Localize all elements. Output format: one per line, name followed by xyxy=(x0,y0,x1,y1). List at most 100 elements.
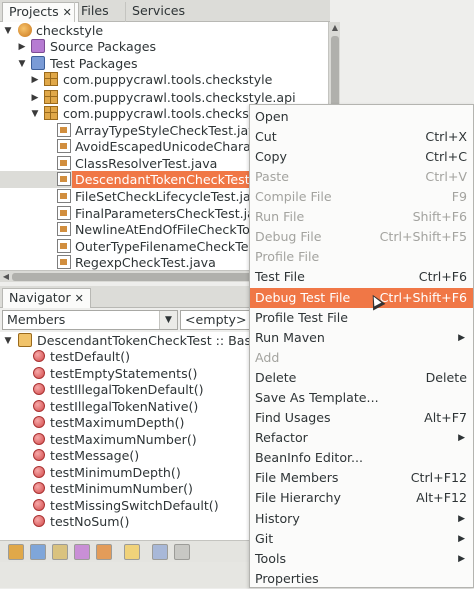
shortcut: Ctrl+Shift+F5 xyxy=(379,229,467,244)
method-label: testMaximumNumber() xyxy=(50,432,197,447)
close-icon[interactable]: ✕ xyxy=(63,6,72,19)
method-label: testDefault() xyxy=(50,349,131,364)
java-file-icon xyxy=(57,189,71,203)
collapse-arrow-icon[interactable]: ▶ xyxy=(17,42,27,52)
filter-combo[interactable]: <empty> xyxy=(180,310,250,330)
shortcut: Ctrl+C xyxy=(425,149,467,164)
package-icon xyxy=(44,90,58,104)
menu-item-file-hierarchy[interactable]: File Hierarchy Alt+F12 xyxy=(250,488,473,508)
tree-node-package[interactable]: ▶ com.puppycrawl.tools.checkstyle xyxy=(0,71,329,88)
tree-node-label: FinalParametersCheckTest.ja xyxy=(75,206,255,221)
menu-item-run-file: Run File Shift+F6 xyxy=(250,207,473,227)
tree-node-label: com.puppycrawl.tools.checkstyle xyxy=(63,72,273,87)
scroll-left-arrow-icon[interactable]: ◀ xyxy=(1,272,11,282)
menu-item-beaninfo-editor[interactable]: BeanInfo Editor... xyxy=(250,448,473,468)
method-icon xyxy=(33,350,45,362)
java-file-icon xyxy=(57,172,71,186)
tree-node-label: AvoidEscapedUnicodeCharac xyxy=(75,139,258,154)
menu-item-debug-test-file[interactable]: Debug Test File Ctrl+Shift+F6 xyxy=(250,288,473,309)
method-label: testMinimumDepth() xyxy=(50,465,181,480)
tree-node-label: OuterTypeFilenameCheckTe xyxy=(75,239,249,254)
collapse-arrow-icon[interactable]: ▶ xyxy=(30,75,40,85)
tree-node-label: DescendantTokenCheckTest xyxy=(75,172,250,187)
tab-projects-label: Projects xyxy=(9,4,59,19)
menu-item-find-usages[interactable]: Find Usages Alt+F7 xyxy=(250,408,473,428)
chevron-down-icon[interactable]: ▼ xyxy=(159,311,177,329)
expand-arrow-icon[interactable]: ▼ xyxy=(30,109,40,119)
show-javadoc-icon[interactable] xyxy=(124,544,140,560)
show-static-icon[interactable] xyxy=(30,544,46,560)
shortcut: Ctrl+Shift+F6 xyxy=(379,290,467,305)
menu-item-open[interactable]: Open xyxy=(250,107,473,127)
tree-node-label: NewlineAtEndOfFileCheckTo xyxy=(75,222,250,237)
scrollbar-thumb[interactable] xyxy=(12,273,262,281)
tab-files[interactable]: Files xyxy=(74,2,115,22)
method-icon xyxy=(33,383,45,395)
shortcut: Alt+F7 xyxy=(424,410,467,425)
tree-node-label: ClassResolverTest.java xyxy=(75,156,218,171)
tree-node-file-selected[interactable]: DescendantTokenCheckTest xyxy=(72,171,250,188)
menu-item-run-maven[interactable]: Run Maven ▶ xyxy=(250,328,473,348)
menu-item-profile-test-file[interactable]: Profile Test File xyxy=(250,308,473,328)
shortcut: Ctrl+X xyxy=(425,129,467,144)
tree-node-label: ArrayTypeStyleCheckTest.java xyxy=(75,123,264,138)
tree-node-label: com.puppycrawl.tools.checkstyle xyxy=(63,106,273,121)
show-non-public-icon[interactable] xyxy=(52,544,68,560)
sort-by-source-icon[interactable] xyxy=(174,544,190,560)
tree-node-project[interactable]: ▼ checkstyle xyxy=(0,22,329,39)
tree-node-test-packages[interactable]: ▼ Test Packages xyxy=(0,55,329,72)
tab-projects[interactable]: Projects ✕ xyxy=(2,2,79,22)
method-icon xyxy=(33,499,45,511)
method-label: testMissingSwitchDefault() xyxy=(50,498,219,513)
tree-node-source-packages[interactable]: ▶ Source Packages xyxy=(0,38,329,55)
submenu-arrow-icon: ▶ xyxy=(458,433,465,443)
expand-arrow-icon[interactable]: ▼ xyxy=(17,59,27,69)
tree-node-label: Test Packages xyxy=(50,56,138,71)
tab-services[interactable]: Services xyxy=(125,2,191,22)
shortcut: Ctrl+V xyxy=(425,169,467,184)
sort-by-name-icon[interactable] xyxy=(152,544,168,560)
menu-item-save-as-template[interactable]: Save As Template... xyxy=(250,388,473,408)
menu-item-git[interactable]: Git ▶ xyxy=(250,529,473,549)
show-inner-classes-icon[interactable] xyxy=(74,544,90,560)
tab-navigator-label: Navigator xyxy=(9,290,71,305)
method-icon xyxy=(33,400,45,412)
method-icon xyxy=(33,449,45,461)
tab-files-label: Files xyxy=(81,3,109,18)
menu-item-cut[interactable]: Cut Ctrl+X xyxy=(250,127,473,147)
shortcut: Delete xyxy=(425,370,467,385)
submenu-arrow-icon: ▶ xyxy=(458,514,465,524)
menu-item-properties[interactable]: Properties xyxy=(250,569,473,589)
method-label: testMinimumNumber() xyxy=(50,481,193,496)
submenu-arrow-icon: ▶ xyxy=(458,554,465,564)
scroll-up-arrow-icon[interactable]: ▲ xyxy=(330,23,340,33)
close-icon[interactable]: ✕ xyxy=(75,292,84,305)
expand-arrow-icon[interactable]: ▼ xyxy=(3,336,13,346)
menu-item-refactor[interactable]: Refactor ▶ xyxy=(250,428,473,448)
members-combo[interactable]: Members ▼ xyxy=(2,310,178,330)
java-file-icon xyxy=(57,139,71,153)
collapse-arrow-icon[interactable]: ▶ xyxy=(30,93,40,103)
show-inherited-icon[interactable] xyxy=(96,544,112,560)
show-fields-icon[interactable] xyxy=(8,544,24,560)
method-label: testIllegalTokenDefault() xyxy=(50,382,204,397)
menu-item-delete[interactable]: Delete Delete xyxy=(250,368,473,388)
menu-item-test-file[interactable]: Test File Ctrl+F6 xyxy=(250,267,473,287)
members-combo-value: Members xyxy=(7,312,66,327)
method-icon xyxy=(33,515,45,527)
shortcut: Alt+F12 xyxy=(416,490,467,505)
menu-item-history[interactable]: History ▶ xyxy=(250,509,473,529)
context-menu: Open Cut Ctrl+X Copy Ctrl+C Paste Ctrl+V Co… xyxy=(249,104,474,588)
java-file-icon xyxy=(57,239,71,253)
method-icon xyxy=(33,482,45,494)
menu-item-tools[interactable]: Tools ▶ xyxy=(250,549,473,569)
menu-item-compile-file: Compile File F9 xyxy=(250,187,473,207)
menu-item-file-members[interactable]: File Members Ctrl+F12 xyxy=(250,468,473,488)
tab-navigator[interactable]: Navigator ✕ xyxy=(2,288,91,308)
expand-arrow-icon[interactable]: ▼ xyxy=(3,26,13,36)
menu-item-copy[interactable]: Copy Ctrl+C xyxy=(250,147,473,167)
java-file-icon xyxy=(57,206,71,220)
package-icon xyxy=(44,72,58,86)
java-file-icon xyxy=(57,255,71,269)
tree-node-label: Source Packages xyxy=(50,39,157,54)
